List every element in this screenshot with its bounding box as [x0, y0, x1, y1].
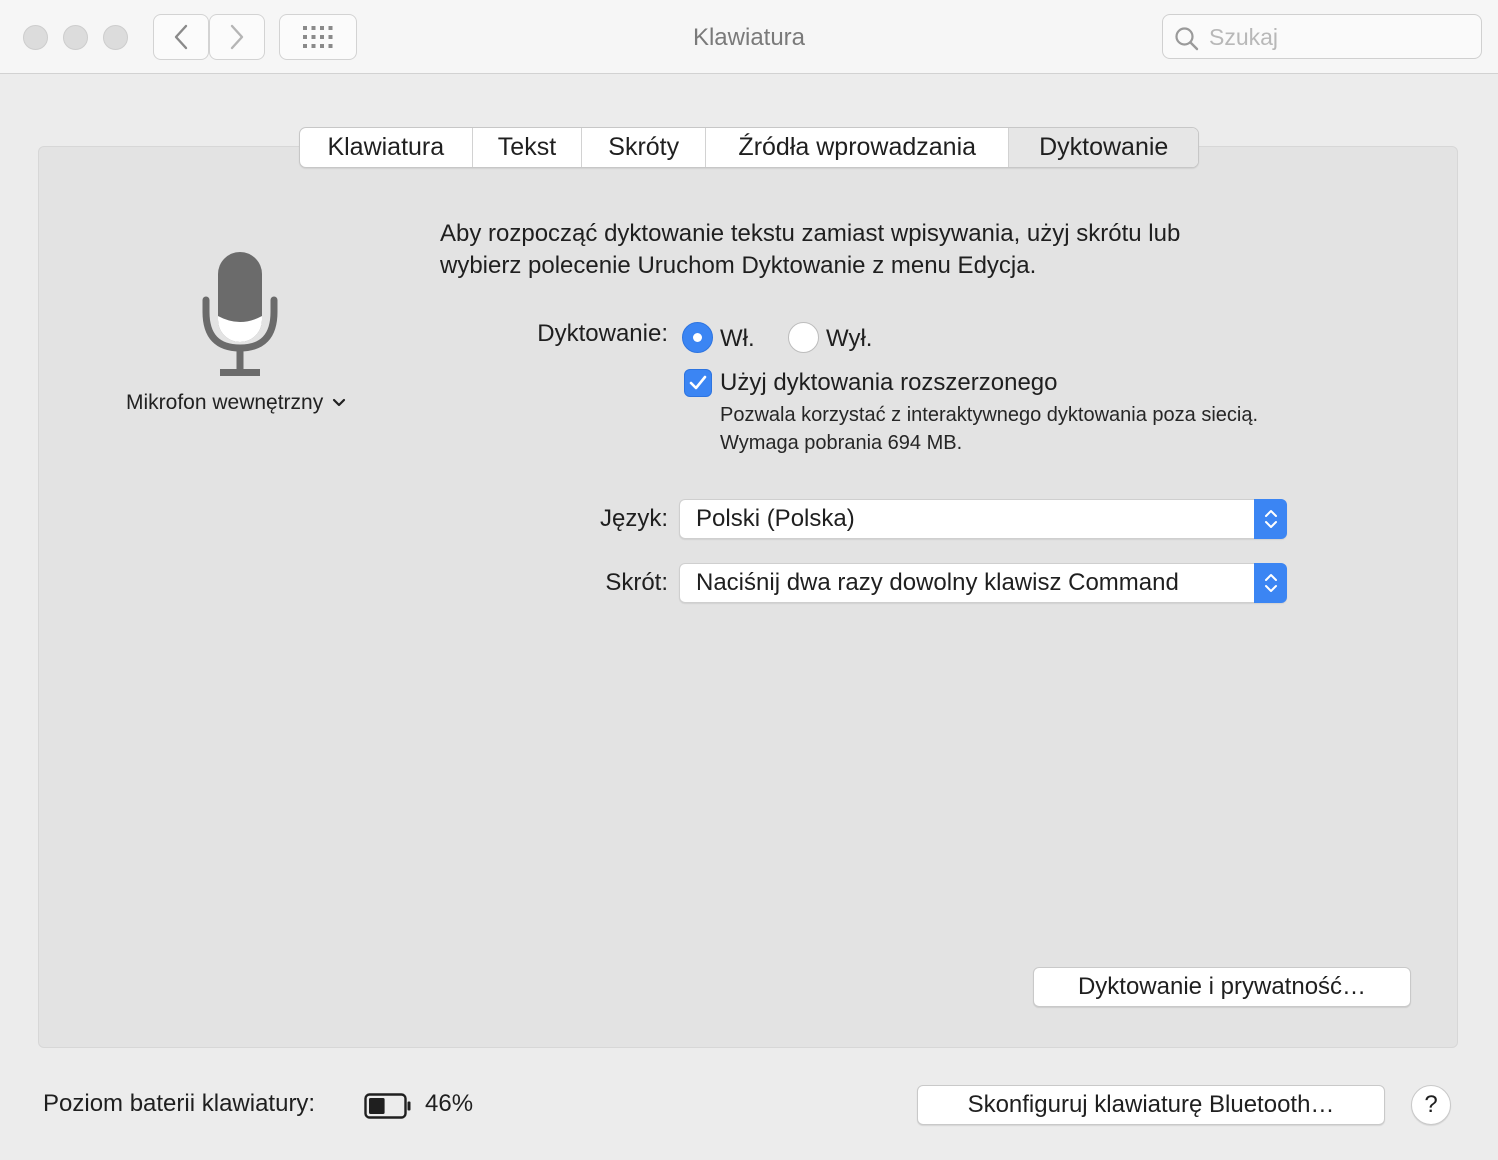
description-line: wybierz polecenie Uruchom Dyktowanie z m… — [440, 252, 1037, 279]
enhanced-dictation-size-note: Wymaga pobrania 694 MB. — [720, 432, 963, 454]
language-popup[interactable]: Polski (Polska) — [679, 499, 1287, 539]
enhanced-dictation-checkbox[interactable] — [684, 369, 712, 397]
tab-bar: Klawiatura Tekst Skróty Źródła wprowadza… — [299, 127, 1199, 168]
enhanced-dictation-label[interactable]: Użyj dyktowania rozszerzonego — [720, 369, 1058, 397]
updown-arrows-icon — [1254, 499, 1287, 539]
tab-klawiatura[interactable]: Klawiatura — [300, 128, 473, 167]
tab-tekst[interactable]: Tekst — [473, 128, 583, 167]
dictation-on-radio[interactable] — [682, 322, 713, 353]
help-button[interactable]: ? — [1411, 1085, 1451, 1125]
setup-bluetooth-keyboard-button[interactable]: Skonfiguruj klawiaturę Bluetooth… — [917, 1085, 1385, 1125]
search-icon — [1175, 27, 1199, 51]
dictation-privacy-button[interactable]: Dyktowanie i prywatność… — [1033, 967, 1411, 1007]
dictation-on-label[interactable]: Wł. — [720, 325, 755, 353]
tab-skroty[interactable]: Skróty — [582, 128, 707, 167]
tab-zrodla-wprowadzania[interactable]: Źródła wprowadzania — [706, 128, 1010, 167]
chevron-down-icon — [333, 398, 346, 407]
checkmark-icon — [689, 375, 707, 390]
keyboard-battery-label: Poziom baterii klawiatury: — [43, 1090, 316, 1117]
search-field[interactable] — [1162, 14, 1482, 59]
shortcut-popup[interactable]: Naciśnij dwa razy dowolny klawisz Comman… — [679, 563, 1287, 603]
title-bar: Klawiatura — [0, 0, 1498, 74]
microphone-source-label: Mikrofon wewnętrzny — [126, 391, 324, 414]
battery-icon — [364, 1093, 412, 1124]
search-input[interactable] — [1209, 21, 1469, 53]
language-label: Język: — [599, 505, 668, 532]
dictation-off-label[interactable]: Wył. — [826, 325, 872, 353]
enhanced-dictation-note: Pozwala korzystać z interaktywnego dykto… — [720, 404, 1259, 426]
dictation-off-radio[interactable] — [788, 322, 819, 353]
keyboard-battery-percent: 46% — [425, 1090, 474, 1117]
dictation-label: Dyktowanie: — [537, 320, 668, 347]
description-line: Aby rozpocząć dyktowanie tekstu zamiast … — [440, 220, 1181, 247]
dictation-description: Aby rozpocząć dyktowanie tekstu zamiast … — [440, 218, 1340, 282]
language-value: Polski (Polska) — [696, 505, 855, 532]
microphone-icon — [200, 250, 280, 385]
updown-arrows-icon — [1254, 563, 1287, 603]
microphone-source-popup[interactable]: Mikrofon wewnętrzny — [126, 391, 347, 415]
shortcut-value: Naciśnij dwa razy dowolny klawisz Comman… — [696, 569, 1179, 596]
shortcut-label: Skrót: — [605, 569, 668, 596]
tab-dyktowanie[interactable]: Dyktowanie — [1009, 128, 1198, 167]
